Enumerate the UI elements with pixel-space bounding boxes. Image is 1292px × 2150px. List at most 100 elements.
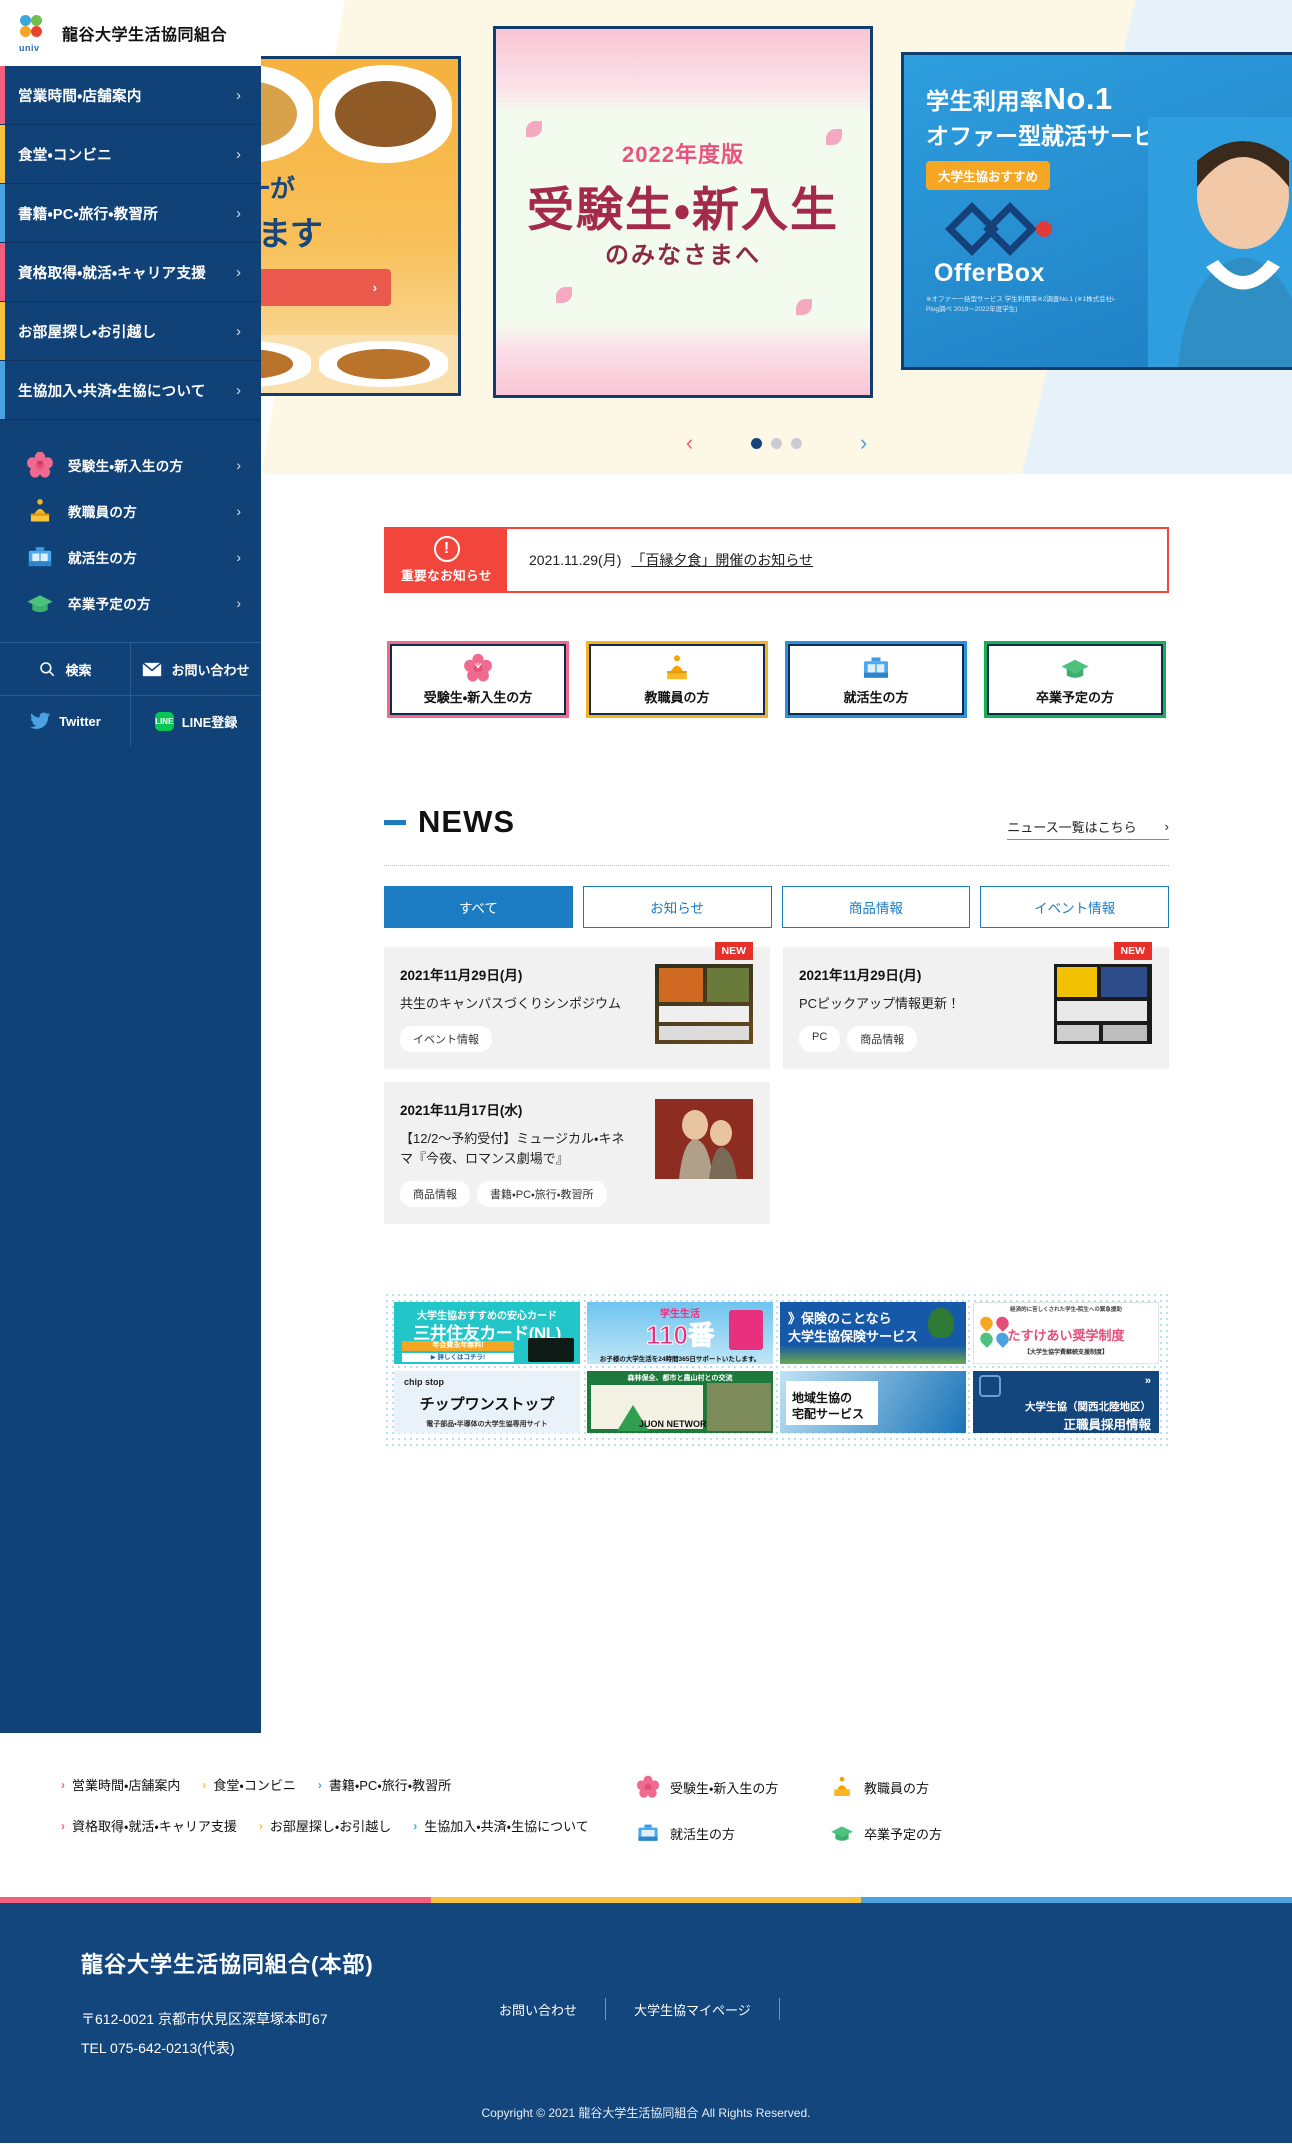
news-tag[interactable]: 商品情報 [400, 1181, 470, 1208]
carousel-controls: ‹ › [261, 430, 1292, 456]
footer-address: 〒612-0021 京都市伏見区深草塚本町67 [81, 2011, 328, 2027]
sidebar-item-career[interactable]: 資格取得・就活・キャリア支援 › [0, 243, 261, 302]
carousel-dot-2[interactable] [771, 437, 782, 449]
notice-date: 2021.11.29(月) [529, 552, 622, 568]
twitter-button[interactable]: Twitter [0, 696, 130, 746]
banner-mitsui-sumitomo-card[interactable]: 大学生協おすすめの安心カード 三井住友カード(NL) 年会費永年無料! ▶ 詳し… [394, 1302, 580, 1365]
news-tab-product[interactable]: 商品情報 [781, 886, 971, 928]
news-more-link[interactable]: ニュース一覧はこちら › [1007, 817, 1169, 840]
news-tag[interactable]: イベント情報 [400, 1026, 492, 1053]
twitter-icon [30, 712, 51, 729]
slide-headline: 受験生・新入生 [527, 183, 839, 236]
briefcase-icon [28, 547, 52, 567]
sidebar-item-cafeteria[interactable]: 食堂・コンビニ › [0, 125, 261, 184]
sidebar-item-label: お部屋探し・お引越し [18, 324, 157, 341]
sidebar-item-job-hunting[interactable]: 就活生の方 › [0, 534, 261, 580]
category-label: 受験生・新入生の方 [423, 690, 533, 705]
category-card-graduating[interactable]: 卒業予定の方 [984, 641, 1166, 718]
footer-audience-graduating[interactable]: 卒業予定の方 [830, 1821, 980, 1845]
slide-year: 2022年度版 [622, 142, 744, 167]
hero-slide-offerbox[interactable]: 学生利用率No.1 オファー型就活サービス 大学生協おすすめ OfferBox … [901, 52, 1292, 370]
banner-student-110[interactable]: 学生生活 110番 お子様の大学生活を24時間365日サポートいたします。 [587, 1302, 773, 1365]
sidebar-item-hours[interactable]: 営業時間・店舗案内 › [0, 66, 261, 125]
banner-kyosai-insurance[interactable]: 》保険のことなら 大学生協保険サービス [780, 1302, 966, 1365]
hero-slide-menu[interactable]: 今週の食堂メニューが HPで確認できます 今週のメニューはこちらから › [261, 56, 461, 396]
news-date: 2021年11月17日(水) [400, 1103, 523, 1119]
line-label: LINE登録 [181, 714, 238, 730]
person-photo [1148, 117, 1292, 367]
carousel-dot-1[interactable] [751, 437, 762, 449]
menu-cta-button[interactable]: 今週のメニューはこちらから › [261, 269, 392, 306]
carousel-dot-3[interactable] [791, 437, 802, 449]
sakura-icon [27, 451, 53, 478]
footer-audience-new-students[interactable]: 受験生・新入生の方 [636, 1775, 786, 1799]
hero-slides: 今週の食堂メニューが HPで確認できます 今週のメニューはこちらから › [261, 26, 1292, 398]
chevron-right-icon: › [258, 1818, 263, 1833]
bar-blue [861, 1897, 1292, 1903]
news-tag[interactable]: PC [799, 1026, 841, 1053]
sidebar-item-housing[interactable]: お部屋探し・お引越し › [0, 302, 261, 361]
sidebar-item-membership[interactable]: 生協加入・共済・生協について › [0, 361, 261, 420]
graduation-cap-icon [831, 1826, 853, 1841]
news-card[interactable]: NEW 2021年11月29日(月) 共生のキャンパスづくりシンポジウム イベン… [384, 942, 770, 1070]
line-button[interactable]: LINE LINE登録 [130, 696, 261, 746]
news-more-label: ニュース一覧はこちら [1007, 820, 1137, 835]
footer-link-mypage[interactable]: 大学生協マイページ [606, 2000, 779, 2019]
footer-link-career[interactable]: › 資格取得・就活・キャリア支援 [61, 1816, 237, 1835]
notice-section: ! 重要なお知らせ 2021.11.29(月) 「百縁夕食」開催のお知らせ [261, 474, 1292, 593]
news-card[interactable]: NEW 2021年11月29日(月) PCピックアップ情報更新！ PC 商品情報 [783, 942, 1169, 1070]
carousel-prev-button[interactable]: ‹ [663, 430, 717, 456]
briefcase-icon [864, 657, 888, 678]
search-button[interactable]: 検索 [0, 643, 130, 695]
main-content: 今週の食堂メニューが HPで確認できます 今週のメニューはこちらから › [261, 0, 1292, 1451]
sidebar-item-graduating[interactable]: 卒業予定の方 › [0, 580, 261, 626]
footer-audience-job-hunting[interactable]: 就活生の方 [636, 1821, 786, 1845]
offerbox-logo-icon [945, 202, 1052, 256]
notice-badge: ! 重要なお知らせ [386, 529, 507, 591]
food-photos-bottom [261, 335, 458, 393]
chevron-right-icon: › [236, 86, 241, 104]
page-root: univ 龍谷大学生活協同組合 営業時間・店舗案内 › 食堂・コンビニ › 書籍… [0, 0, 1292, 2150]
contact-button[interactable]: お問い合わせ [130, 643, 261, 695]
news-tab-all[interactable]: すべて [384, 886, 573, 928]
footer-link-housing[interactable]: › お部屋探し・お引越し [259, 1816, 391, 1835]
footer-audience-faculty[interactable]: 教職員の方 [830, 1775, 980, 1799]
chevron-right-icon: › [236, 595, 241, 611]
news-card[interactable]: 2021年11月17日(水) 【12/2〜予約受付】ミュージカル・キネマ『今夜、… [384, 1082, 770, 1225]
news-tag[interactable]: 商品情報 [847, 1026, 918, 1053]
news-tab-notice[interactable]: お知らせ [582, 886, 772, 928]
footer-link-hours[interactable]: › 営業時間・店舗案内 [61, 1775, 180, 1794]
footer-link-books[interactable]: › 書籍・PC・旅行・教習所 [318, 1775, 451, 1794]
lecturer-icon [30, 499, 50, 522]
carousel-next-button[interactable]: › [837, 430, 891, 456]
brand-header[interactable]: univ 龍谷大学生活協同組合 [0, 0, 261, 66]
sidebar-item-books-pc-travel[interactable]: 書籍・PC・旅行・教習所 › [0, 184, 261, 243]
hero-slide-newstudents[interactable]: 2022年度版 受験生・新入生 のみなさまへ [493, 26, 873, 398]
banner-chiiki-takuhai[interactable]: 地域生協の 宅配サービス [780, 1371, 966, 1434]
important-notice[interactable]: ! 重要なお知らせ 2021.11.29(月) 「百縁夕食」開催のお知らせ [384, 527, 1169, 593]
category-card-job-hunting[interactable]: 就活生の方 [785, 641, 967, 718]
notice-link[interactable]: 「百縁夕食」開催のお知らせ [631, 550, 813, 570]
notice-badge-label: 重要なお知らせ [401, 569, 492, 583]
sidebar-item-faculty[interactable]: 教職員の方 › [0, 488, 261, 534]
banner-chip-one-stop[interactable]: chip stop チップワンストップ 電子部品・半導体の大学生協専用サイト [394, 1371, 580, 1434]
news-tab-event[interactable]: イベント情報 [980, 886, 1169, 928]
slide-line1: 今週の食堂メニューが [261, 175, 295, 203]
footer-link-cafeteria[interactable]: › 食堂・コンビニ [202, 1775, 295, 1794]
category-card-new-students[interactable]: 受験生・新入生の方 [387, 641, 569, 718]
footer-org-name: 龍谷大学生活協同組合(本部) [81, 1952, 374, 1977]
exclamation-icon: ! [433, 536, 460, 562]
footer-link-contact[interactable]: お問い合わせ [471, 2000, 605, 2019]
banner-recruit[interactable]: » 大学生協（関西北陸地区） 正職員採用情報 [973, 1371, 1159, 1434]
news-tag[interactable]: 書籍・PC・旅行・教習所 [477, 1181, 607, 1208]
bar-yellow [430, 1897, 862, 1903]
sidebar-item-new-students[interactable]: 受験生・新入生の方 › [0, 442, 261, 488]
footer-link-membership[interactable]: › 生協加入・共済・生協について [413, 1816, 588, 1835]
banner-tasukeai-scholarship[interactable]: 経済的に苦しくされた学生・院生への緊急援助 たすけあい奨学制度 【大学生協学費継… [973, 1302, 1159, 1365]
sakura-icon [636, 1775, 660, 1798]
category-card-faculty[interactable]: 教職員の方 [586, 641, 768, 718]
banner-juon-network[interactable]: 森林保全、都市と農山村との交流 JUON NETWORK [587, 1371, 773, 1434]
category-label: 卒業予定の方 [1035, 690, 1114, 705]
footer-links: お問い合わせ 大学生協マイページ [471, 1947, 780, 2064]
graduation-cap-icon [27, 595, 53, 613]
